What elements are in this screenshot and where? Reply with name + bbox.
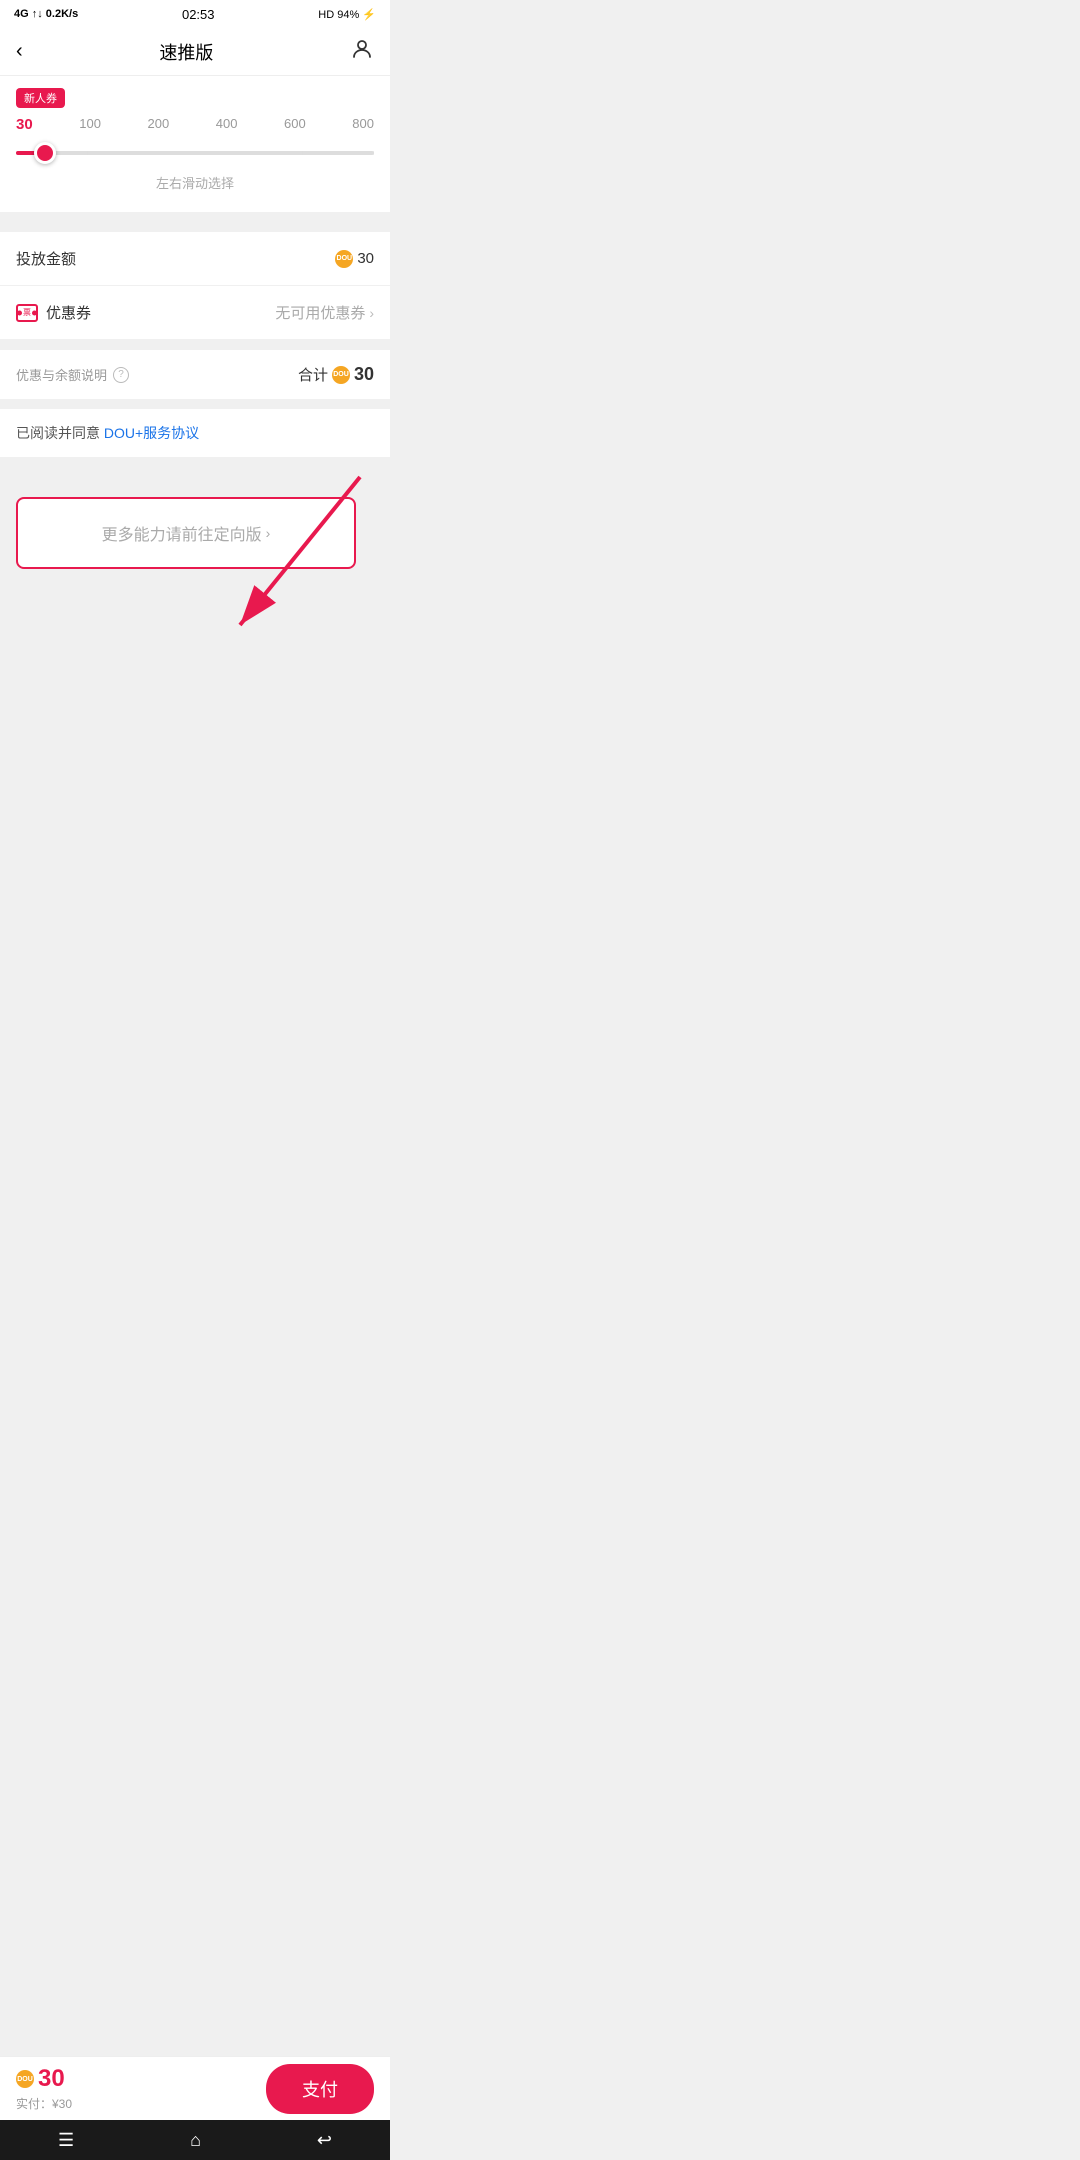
slider-track <box>16 151 374 155</box>
divider-4 <box>0 457 390 467</box>
amount-right: DOU 30 <box>335 250 374 268</box>
total-label: 合计 <box>298 364 328 385</box>
slider-dashes <box>16 151 374 155</box>
redirect-button[interactable]: 更多能力请前往定向版 › <box>16 497 356 569</box>
user-icon[interactable] <box>350 37 374 67</box>
slider-section: 新人券 30 100 200 400 600 800 <box>0 76 390 212</box>
status-time: 02:53 <box>182 7 215 22</box>
pay-button[interactable]: 支付 <box>266 2064 374 2114</box>
agreement-link[interactable]: DOU+服务协议 <box>104 425 199 441</box>
divider-1 <box>0 222 390 232</box>
summary-row: 优惠与余额说明 ? 合计 DOU 30 <box>16 364 374 385</box>
slider-hint: 左右滑动选择 <box>16 173 374 192</box>
no-coupon-text: 无可用优惠券 <box>275 302 365 323</box>
home-icon[interactable]: ⌂ <box>190 2130 201 2151</box>
help-icon[interactable]: ? <box>113 367 129 383</box>
back-nav-icon[interactable]: ↩ <box>317 2130 332 2151</box>
agreement-section: 已阅读并同意 DOU+服务协议 <box>0 409 390 457</box>
redirect-label: 更多能力请前往定向版 <box>102 521 262 545</box>
system-nav: ☰ ⌂ ↩ <box>0 2120 390 2160</box>
divider-2 <box>0 340 390 350</box>
coupon-row[interactable]: 票 优惠券 无可用优惠券 › <box>0 286 390 340</box>
bottom-actual-price: 实付：¥30 <box>16 2095 72 2112</box>
slider-val-600: 600 <box>284 116 306 133</box>
bottom-coin-icon: DOU <box>16 2070 34 2088</box>
summary-coin-icon: DOU <box>332 366 350 384</box>
summary-right: 合计 DOU 30 <box>298 364 374 385</box>
coin-icon: DOU <box>335 250 353 268</box>
menu-icon[interactable]: ☰ <box>58 2130 74 2151</box>
slider-values: 30 100 200 400 600 800 <box>16 116 374 133</box>
amount-value: 30 <box>357 250 374 267</box>
coupon-label: 票 优惠券 <box>16 302 91 323</box>
slider-track-wrapper[interactable] <box>16 139 374 167</box>
slider-thumb[interactable] <box>34 142 56 164</box>
promo-tag: 新人券 <box>16 88 65 108</box>
nav-bar: ‹ 速推版 <box>0 28 390 76</box>
coupon-icon: 票 <box>16 304 38 322</box>
bottom-price: DOU 30 实付：¥30 <box>16 2065 72 2112</box>
total-value: 30 <box>354 364 374 385</box>
bottom-amount-value: 30 <box>38 2065 65 2093</box>
summary-left: 优惠与余额说明 ? <box>16 365 129 384</box>
bottom-amount: DOU 30 <box>16 2065 72 2093</box>
amount-label: 投放金额 <box>16 248 76 269</box>
agreement-prefix: 已阅读并同意 <box>16 425 104 441</box>
annotation-wrapper: 更多能力请前往定向版 › <box>16 497 374 569</box>
summary-section: 优惠与余额说明 ? 合计 DOU 30 <box>0 350 390 399</box>
slider-val-800: 800 <box>352 116 374 133</box>
chevron-right-icon: › <box>369 305 374 321</box>
back-button[interactable]: ‹ <box>16 40 23 63</box>
status-left: 4G ↑↓ 0.2K/s <box>14 8 78 20</box>
bottom-bar: DOU 30 实付：¥30 支付 <box>0 2056 390 2120</box>
status-bar: 4G ↑↓ 0.2K/s 02:53 HD 94% ⚡ <box>0 0 390 28</box>
slider-val-100: 100 <box>79 116 101 133</box>
slider-val-400: 400 <box>216 116 238 133</box>
coupon-right: 无可用优惠券 › <box>275 302 374 323</box>
status-right: HD 94% ⚡ <box>318 8 376 21</box>
amount-row: 投放金额 DOU 30 <box>0 232 390 286</box>
redirect-chevron-icon: › <box>266 525 271 541</box>
page-title: 速推版 <box>159 39 213 65</box>
discount-label: 优惠与余额说明 <box>16 365 107 384</box>
divider-3 <box>0 399 390 409</box>
slider-val-200: 200 <box>147 116 169 133</box>
redirect-area: 更多能力请前往定向版 › <box>0 467 390 747</box>
slider-val-30: 30 <box>16 116 33 133</box>
